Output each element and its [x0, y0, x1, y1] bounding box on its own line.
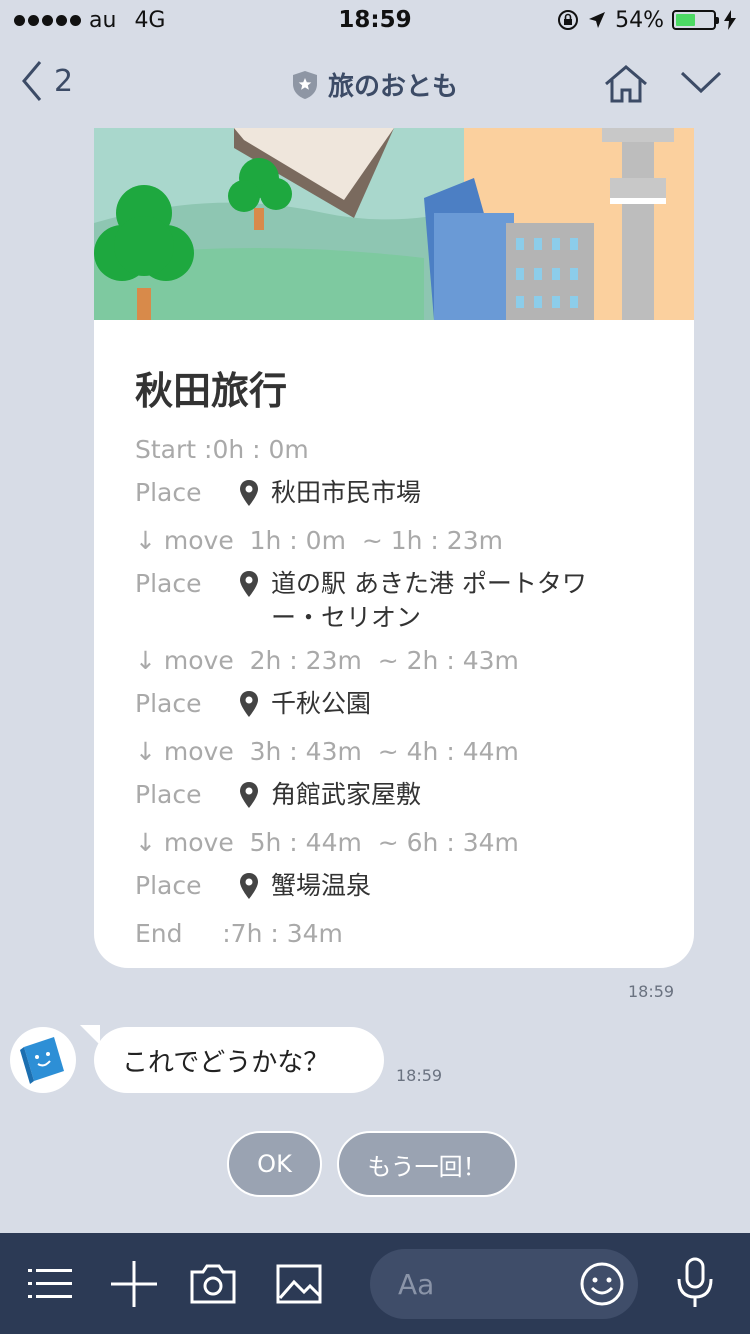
move-row: ↓ move 1h : 0m ~ 1h : 23m	[135, 524, 675, 558]
move-time: 3h : 43m ~ 4h : 44m	[233, 737, 519, 766]
end-label: End	[135, 919, 183, 948]
book-mascot-icon	[20, 1037, 64, 1084]
menu-button[interactable]	[28, 1267, 72, 1305]
place-row[interactable]: Place 千秋公園	[135, 687, 675, 726]
message-input-placeholder: Aa	[398, 1267, 435, 1301]
move-row: ↓ move 3h : 43m ~ 4h : 44m	[135, 735, 675, 769]
place-label: Place	[135, 780, 202, 809]
place-row[interactable]: Place 道の駅 あきた港 ポートタワー・セリオン	[135, 567, 675, 635]
place-row[interactable]: Place 秋田市民市場	[135, 476, 675, 515]
place-label: Place	[135, 689, 202, 718]
move-label: ↓ move	[135, 737, 234, 766]
location-pin-icon	[239, 687, 271, 726]
home-icon	[605, 65, 647, 103]
plus-icon	[111, 1261, 157, 1307]
place-row[interactable]: Place 角館武家屋敷	[135, 778, 675, 817]
place-name: 蟹場温泉	[271, 871, 372, 900]
orientation-lock-icon	[558, 10, 579, 30]
microphone-icon	[677, 1257, 713, 1307]
itinerary-card[interactable]: 秋田旅行 Start :0h : 0m Place 秋田市民市場 ↓ move …	[94, 128, 694, 968]
nav-bar: 2 旅のおとも	[0, 40, 750, 128]
move-row: ↓ move 2h : 23m ~ 2h : 43m	[135, 644, 675, 678]
charging-bolt-icon	[724, 10, 736, 30]
itinerary-list: Start :0h : 0m Place 秋田市民市場 ↓ move 1h : …	[135, 433, 675, 951]
location-arrow-icon	[589, 12, 606, 28]
place-name: 角館武家屋敷	[271, 780, 422, 809]
bot-message-bubble[interactable]: これでどうかな？	[80, 1025, 384, 1093]
start-label: Start	[135, 435, 197, 464]
list-menu-icon	[28, 1269, 72, 1298]
bot-message-text: これでどうかな？	[122, 1047, 330, 1078]
place-label: Place	[135, 478, 202, 507]
start-time: :0h : 0m	[196, 435, 309, 464]
battery-fill	[676, 14, 696, 26]
trip-title: 秋田旅行	[135, 369, 288, 413]
bot-avatar[interactable]	[10, 1027, 76, 1093]
home-button[interactable]	[603, 64, 649, 108]
smiley-icon	[580, 1262, 624, 1306]
location-pin-icon	[239, 567, 271, 606]
add-button[interactable]	[111, 1261, 157, 1311]
place-label: Place	[135, 569, 202, 598]
chat-title-text: 旅のおとも	[327, 72, 458, 102]
place-name: 秋田市民市場	[271, 478, 422, 507]
end-row: End :7h : 34m	[135, 917, 675, 951]
menu-toggle-button[interactable]	[680, 70, 722, 98]
move-label: ↓ move	[135, 646, 234, 675]
move-label: ↓ move	[135, 526, 234, 555]
move-label: ↓ move	[135, 828, 234, 857]
card-timestamp: 18:59	[628, 982, 675, 1001]
start-row: Start :0h : 0m	[135, 433, 675, 467]
place-label: Place	[135, 871, 202, 900]
quick-reply-retry-button[interactable]: もう一回！	[337, 1131, 517, 1197]
image-button[interactable]	[276, 1264, 322, 1308]
status-right: 54%	[557, 8, 736, 33]
camera-button[interactable]	[190, 1264, 236, 1308]
image-icon	[276, 1264, 322, 1304]
move-time: 5h : 44m ~ 6h : 34m	[233, 828, 519, 857]
move-row: ↓ move 5h : 44m ~ 6h : 34m	[135, 826, 675, 860]
message-timestamp: 18:59	[396, 1066, 443, 1085]
move-time: 2h : 23m ~ 2h : 43m	[233, 646, 519, 675]
status-bar: au 4G 18:59 54%	[0, 0, 750, 40]
location-pin-icon	[239, 869, 271, 908]
place-row[interactable]: Place 蟹場温泉	[135, 869, 675, 908]
official-shield-icon	[292, 70, 317, 99]
battery-percent: 54%	[615, 7, 664, 33]
place-name: 道の駅 あきた港 ポートタワー・セリオン	[271, 569, 587, 632]
battery-icon	[672, 10, 719, 30]
card-hero-image	[94, 128, 694, 320]
location-pin-icon	[239, 476, 271, 515]
camera-icon	[190, 1264, 236, 1304]
end-time: :7h : 34m	[182, 919, 343, 948]
quick-reply-ok-button[interactable]: OK	[227, 1131, 322, 1197]
bottom-toolbar: Aa	[0, 1233, 750, 1334]
move-time: 1h : 0m ~ 1h : 23m	[233, 526, 503, 555]
emoji-button[interactable]	[579, 1261, 625, 1311]
voice-button[interactable]	[676, 1257, 714, 1313]
chevron-down-icon	[680, 71, 722, 94]
place-name: 千秋公園	[271, 689, 372, 718]
location-pin-icon	[239, 778, 271, 817]
